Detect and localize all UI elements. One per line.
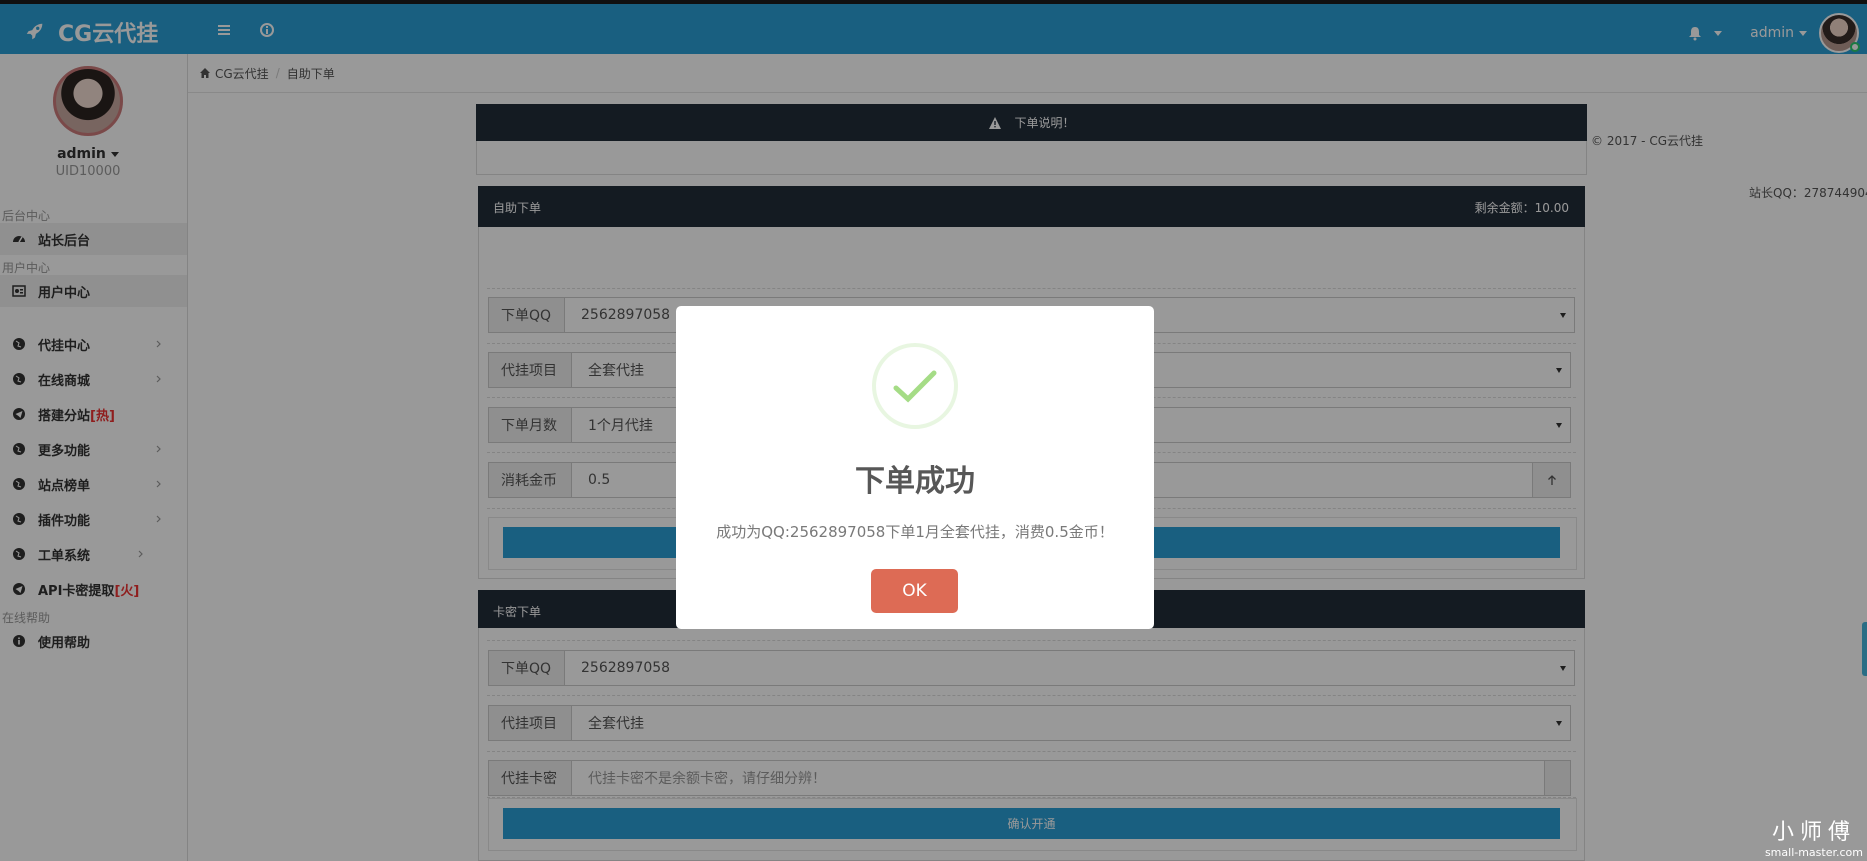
ok-button[interactable]: OK xyxy=(871,569,958,613)
watermark-url: small-master.com xyxy=(1764,846,1863,859)
watermark: 小师傅 small-master.com xyxy=(1765,814,1863,859)
success-dialog: 下单成功 成功为QQ:2562897058下单1月全套代挂，消费0.5金币！ O… xyxy=(676,306,1154,629)
scroll-handle[interactable] xyxy=(1862,622,1867,676)
success-icon xyxy=(872,343,958,429)
checkmark-icon xyxy=(893,370,937,403)
dialog-message: 成功为QQ:2562897058下单1月全套代挂，消费0.5金币！ xyxy=(716,523,1114,541)
watermark-title: 小师傅 xyxy=(1771,820,1856,845)
dialog-title: 下单成功 xyxy=(855,464,975,499)
